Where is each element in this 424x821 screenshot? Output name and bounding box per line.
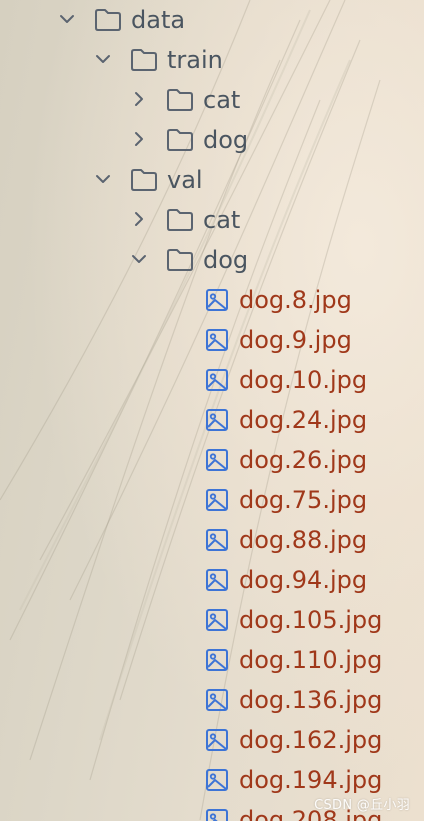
file-name: dog.24.jpg bbox=[239, 406, 368, 434]
file-name: dog.26.jpg bbox=[239, 446, 368, 474]
tree-item-file[interactable]: dog.105.jpg bbox=[0, 600, 424, 640]
folder-icon bbox=[167, 129, 193, 151]
image-file-icon bbox=[206, 489, 228, 511]
chevron-down-icon[interactable] bbox=[94, 170, 112, 188]
folder-icon bbox=[167, 89, 193, 111]
image-file-icon bbox=[206, 729, 228, 751]
chevron-down-icon[interactable] bbox=[94, 50, 112, 68]
tree-item-file[interactable]: dog.9.jpg bbox=[0, 320, 424, 360]
chevron-right-icon[interactable] bbox=[130, 90, 148, 108]
tree-item-file[interactable]: dog.162.jpg bbox=[0, 720, 424, 760]
tree-item-train[interactable]: train bbox=[0, 40, 424, 80]
image-file-icon bbox=[206, 809, 228, 821]
tree-item-val-cat[interactable]: cat bbox=[0, 200, 424, 240]
image-file-icon bbox=[206, 529, 228, 551]
chevron-right-icon[interactable] bbox=[130, 130, 148, 148]
tree-item-label: cat bbox=[203, 206, 241, 234]
file-name: dog.75.jpg bbox=[239, 486, 368, 514]
tree-item-val-dog[interactable]: dog bbox=[0, 240, 424, 280]
tree-item-label: train bbox=[167, 46, 223, 74]
image-file-icon bbox=[206, 769, 228, 791]
tree-item-file[interactable]: dog.75.jpg bbox=[0, 480, 424, 520]
tree-item-label: val bbox=[167, 166, 203, 194]
file-name: dog.94.jpg bbox=[239, 566, 368, 594]
file-name: dog.194.jpg bbox=[239, 766, 383, 794]
image-file-icon bbox=[206, 569, 228, 591]
tree-item-label: dog bbox=[203, 246, 249, 274]
folder-icon bbox=[95, 9, 121, 31]
image-file-icon bbox=[206, 649, 228, 671]
watermark: CSDN @丘小羽 bbox=[314, 798, 410, 813]
file-name: dog.9.jpg bbox=[239, 326, 352, 354]
tree-item-file[interactable]: dog.26.jpg bbox=[0, 440, 424, 480]
project-file-tree: data train cat dog val cat dog dog.8.jpg… bbox=[0, 0, 424, 821]
image-file-icon bbox=[206, 409, 228, 431]
image-file-icon bbox=[206, 369, 228, 391]
tree-item-file[interactable]: dog.136.jpg bbox=[0, 680, 424, 720]
folder-icon bbox=[167, 249, 193, 271]
tree-item-file[interactable]: dog.8.jpg bbox=[0, 280, 424, 320]
folder-icon bbox=[131, 169, 157, 191]
chevron-down-icon[interactable] bbox=[130, 250, 148, 268]
tree-item-file[interactable]: dog.110.jpg bbox=[0, 640, 424, 680]
file-name: dog.162.jpg bbox=[239, 726, 383, 754]
tree-item-file[interactable]: dog.10.jpg bbox=[0, 360, 424, 400]
chevron-down-icon[interactable] bbox=[58, 10, 76, 28]
image-file-icon bbox=[206, 329, 228, 351]
chevron-right-icon[interactable] bbox=[130, 210, 148, 228]
file-name: dog.8.jpg bbox=[239, 286, 352, 314]
file-name: dog.88.jpg bbox=[239, 526, 368, 554]
tree-item-file[interactable]: dog.94.jpg bbox=[0, 560, 424, 600]
file-name: dog.10.jpg bbox=[239, 366, 368, 394]
tree-item-file[interactable]: dog.88.jpg bbox=[0, 520, 424, 560]
folder-icon bbox=[167, 209, 193, 231]
tree-item-val[interactable]: val bbox=[0, 160, 424, 200]
tree-item-train-dog[interactable]: dog bbox=[0, 120, 424, 160]
file-name: dog.136.jpg bbox=[239, 686, 383, 714]
tree-item-label: dog bbox=[203, 126, 249, 154]
folder-icon bbox=[131, 49, 157, 71]
file-name: dog.110.jpg bbox=[239, 646, 383, 674]
image-file-icon bbox=[206, 289, 228, 311]
image-file-icon bbox=[206, 609, 228, 631]
image-file-icon bbox=[206, 689, 228, 711]
tree-item-label: cat bbox=[203, 86, 241, 114]
tree-item-label: data bbox=[131, 6, 186, 34]
image-file-icon bbox=[206, 449, 228, 471]
file-name: dog.105.jpg bbox=[239, 606, 383, 634]
tree-item-data[interactable]: data bbox=[0, 0, 424, 40]
tree-item-file[interactable]: dog.24.jpg bbox=[0, 400, 424, 440]
tree-item-train-cat[interactable]: cat bbox=[0, 80, 424, 120]
